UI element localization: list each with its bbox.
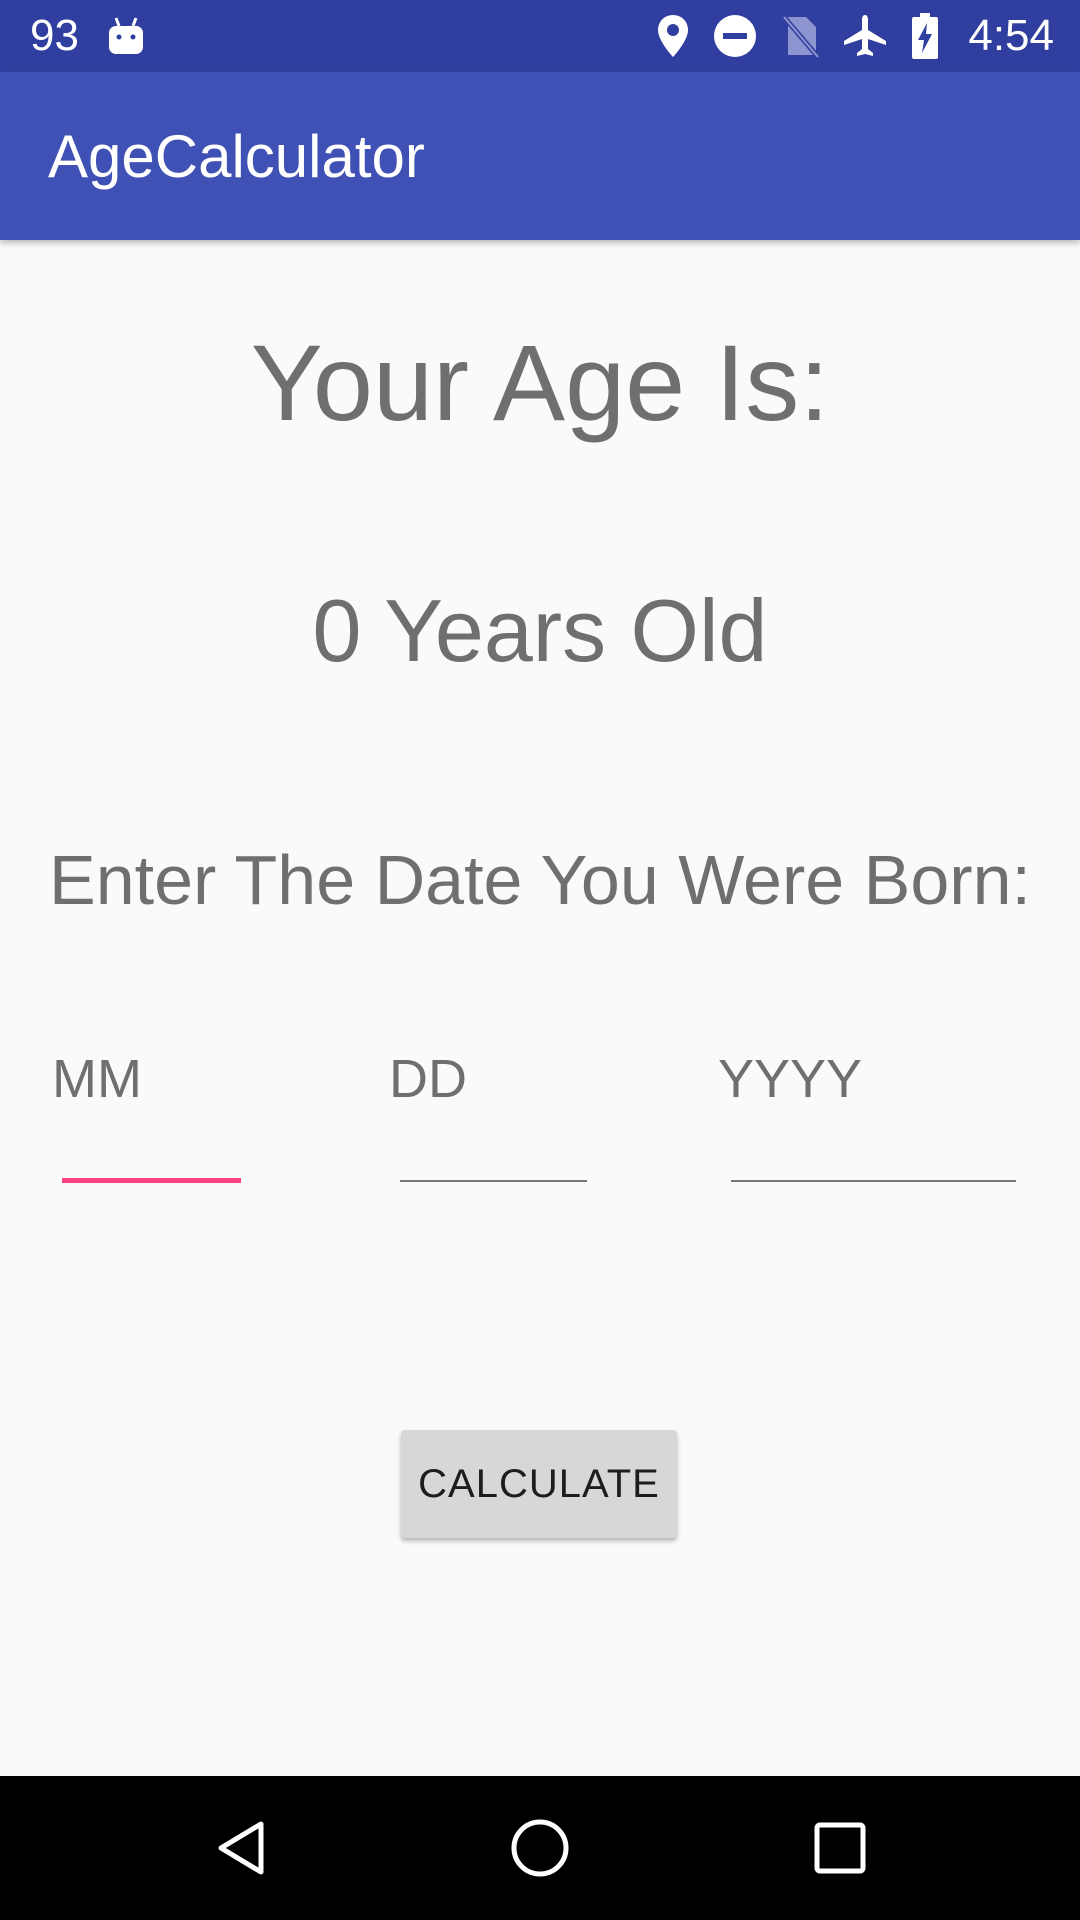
day-label: DD <box>389 1049 467 1109</box>
main-content: Your Age Is: 0 Years Old Enter The Date … <box>0 240 1080 1776</box>
back-icon <box>218 1821 264 1875</box>
age-result: 0 Years Old <box>312 581 768 680</box>
no-sim-icon <box>782 15 821 59</box>
app-title: AgeCalculator <box>48 122 425 190</box>
status-bar: 93 4:54 <box>0 0 1080 72</box>
month-input[interactable] <box>62 1178 241 1183</box>
recents-icon <box>814 1822 866 1874</box>
status-left: 93 <box>30 0 145 72</box>
year-label: YYYY <box>718 1049 863 1109</box>
battery-charging-icon <box>912 13 939 59</box>
home-button[interactable] <box>450 1776 630 1920</box>
year-input[interactable] <box>731 1180 1016 1182</box>
calculate-button[interactable]: CALCULATE <box>401 1430 677 1538</box>
app-bar: AgeCalculator <box>0 72 1080 240</box>
notification-count: 93 <box>30 11 79 60</box>
birth-date-prompt: Enter The Date You Were Born: <box>49 841 1031 919</box>
android-icon <box>108 17 143 54</box>
status-right: 4:54 <box>656 0 1054 72</box>
do-not-disturb-icon <box>714 15 757 57</box>
day-input[interactable] <box>400 1180 587 1182</box>
navigation-bar <box>0 1776 1080 1920</box>
age-title: Your Age Is: <box>250 322 830 443</box>
airplane-icon <box>844 15 887 56</box>
recents-button[interactable] <box>750 1776 930 1920</box>
back-button[interactable] <box>151 1776 331 1920</box>
home-icon <box>511 1819 569 1877</box>
location-icon <box>658 15 689 57</box>
month-label: MM <box>52 1049 142 1109</box>
clock: 4:54 <box>968 11 1054 60</box>
